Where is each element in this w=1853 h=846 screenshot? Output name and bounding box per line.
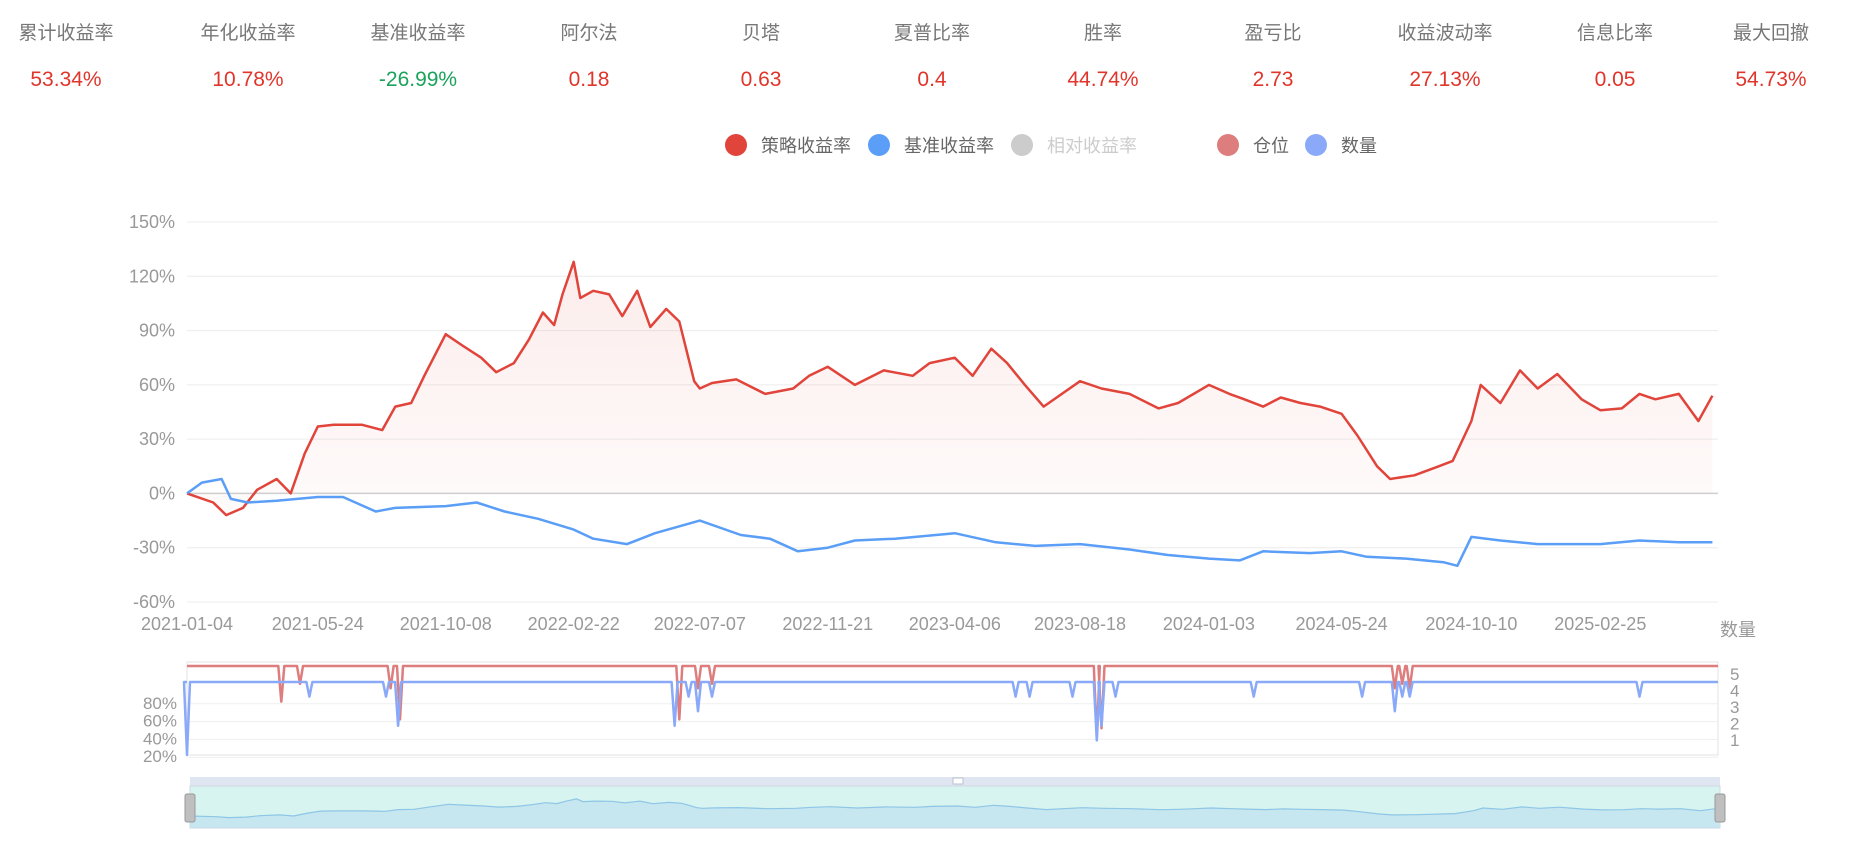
y-tick-label: 30% [139,429,175,449]
y-left-tick-label: 60% [143,712,177,731]
x-tick-label: 2024-05-24 [1296,614,1388,634]
y-tick-label: -60% [133,592,175,612]
y-tick-label: 60% [139,375,175,395]
x-tick-label: 2023-08-18 [1034,614,1126,634]
position-panel: 80%60%40%20%54321 [143,661,1739,766]
y-tick-label: 90% [139,321,175,341]
x-tick-label: 2022-07-07 [654,614,746,634]
x-tick-label: 2021-10-08 [400,614,492,634]
x-tick-label: 2021-01-04 [141,614,233,634]
quantity-line [182,680,1718,757]
y-tick-label: 120% [129,266,175,286]
y-left-tick-label: 40% [143,729,177,748]
main-y-axis: 150% 120% 90% 60% 30% 0% -30% -60% [129,212,175,612]
main-series-layer [186,260,1714,568]
position-line [187,664,1718,739]
x-tick-label: 2025-02-25 [1554,614,1646,634]
main-x-axis: 2021-01-04 2021-05-24 2021-10-08 2022-02-22… [141,614,1756,640]
y-left-tick-label: 20% [143,747,177,766]
slider-handle-right[interactable] [1714,793,1726,823]
returns-chart: 150%120%90%60%30%0%-30%-60% 2021-01-04 20… [129,212,1756,829]
x-tick-label: 2021-05-24 [272,614,364,634]
y-tick-label: 0% [149,483,175,503]
x-tick-label: 2024-01-03 [1163,614,1255,634]
x-tick-label: 2024-10-10 [1425,614,1517,634]
x-tick-label: 2022-11-21 [782,614,873,634]
y-left-tick-label: 80% [143,694,177,713]
slider-grip-icon[interactable] [952,777,964,785]
slider-handle-left[interactable] [184,793,196,823]
y-right-tick-label: 1 [1730,731,1739,750]
position-panel-frame [186,661,1719,756]
zoom-slider[interactable] [184,777,1726,829]
x-tick-label: 2022-02-22 [528,614,620,634]
y-tick-label: -30% [133,538,175,558]
x-axis-label: 数量 [1720,620,1756,640]
x-tick-label: 2023-04-06 [909,614,1001,634]
y-tick-label: 150% [129,212,175,232]
